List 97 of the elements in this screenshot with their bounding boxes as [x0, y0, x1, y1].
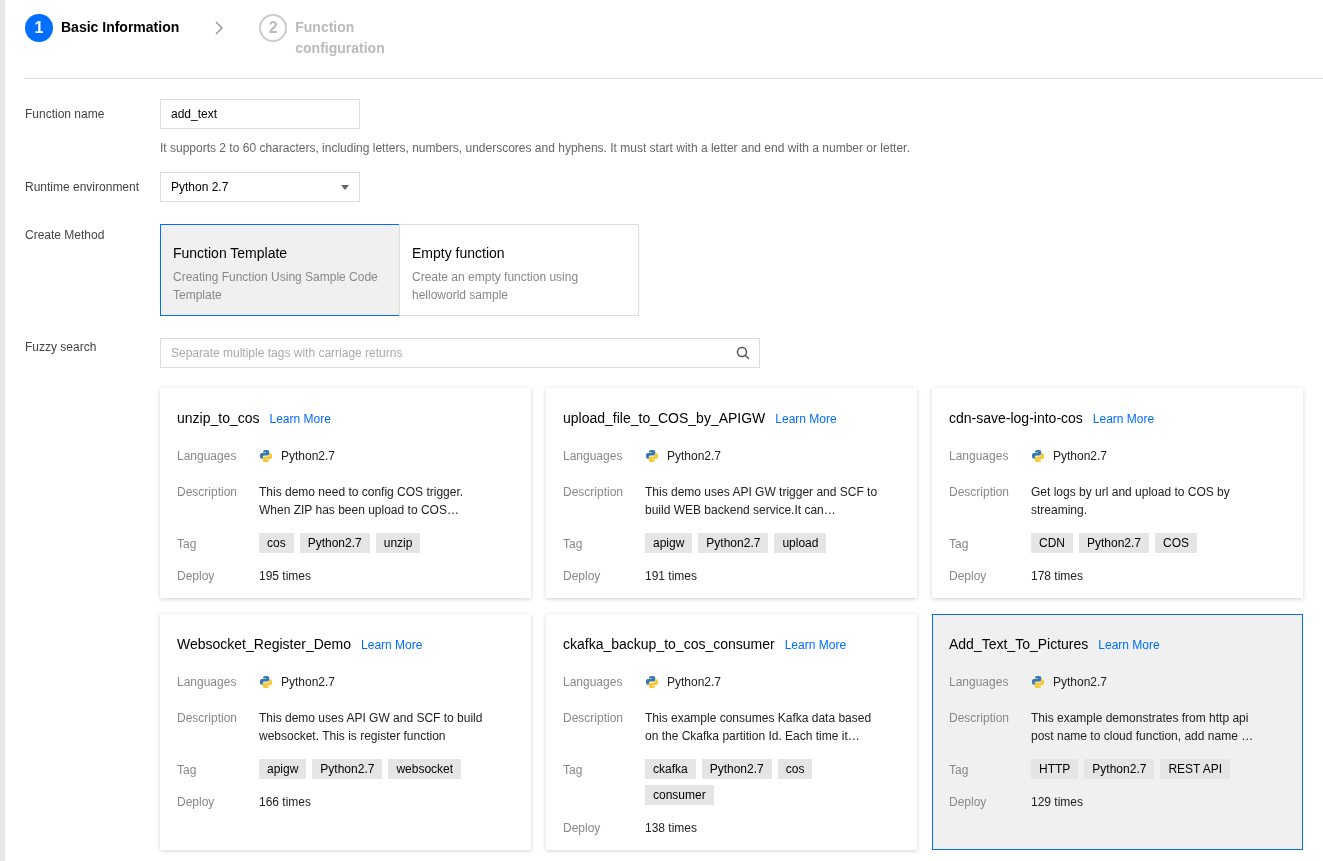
field-label: Fuzzy search — [25, 339, 98, 356]
select-value: Python 2.7 — [171, 179, 229, 196]
tag-label: HTTP — [1031, 759, 1079, 779]
template-card[interactable]: cdn-save-log-into-cos Learn More Languages Python2.7 Description Get logs by url and upload to COS by streaming. Tag CDN Python2.7 COS Deploy 178 times — [932, 388, 1303, 598]
field-label: Tag — [949, 762, 970, 779]
language-text: Python2.7 — [281, 674, 336, 691]
step-label: Basic Information — [61, 18, 180, 37]
tag-label: Python2.7 — [701, 759, 772, 779]
step-label: Function configuration — [295, 18, 386, 58]
method-option[interactable]: Empty function Create an empty function using helloworld sample — [399, 224, 639, 316]
tag-label: unzip — [375, 533, 421, 553]
field-label: Languages — [949, 448, 1010, 465]
field-label: Tag — [563, 536, 584, 553]
field-label: Description — [949, 484, 1011, 501]
tag-label: consumer — [645, 785, 714, 805]
language-text: Python2.7 — [281, 448, 336, 465]
tag-label: Python2.7 — [698, 533, 769, 553]
description-text: This example demonstrates from http api post name to cloud function, add name … — [1031, 710, 1255, 745]
step-number: 2 — [259, 14, 288, 42]
learn-more-link[interactable]: Learn More — [775, 410, 837, 428]
description-text: This demo need to config COS trigger. When ZIP has been upload to COS… — [259, 484, 465, 519]
tag-label: Python2.7 — [299, 533, 370, 553]
tag-label: websocket — [388, 759, 462, 779]
dropdown-select[interactable]: Python 2.7 — [160, 172, 360, 202]
language-text: Python2.7 — [1053, 448, 1108, 465]
search-field[interactable]: Separate multiple tags with carriage returns — [160, 338, 760, 368]
tag-label: REST API — [1160, 759, 1231, 779]
description-text: This demo uses API GW trigger and SCF to build WEB backend service.It can… — [645, 484, 879, 519]
learn-more-link[interactable]: Learn More — [1092, 410, 1155, 428]
option-title: Function Template — [173, 244, 289, 263]
tag-label: apigw — [259, 759, 307, 779]
tag-label: CDN — [1031, 533, 1073, 553]
option-description: Create an empty function using helloworld sample — [412, 269, 580, 304]
template-card[interactable]: Add_Text_To_Pictures Learn More Languages Python2.7 Description This example demonstrates from http api post name to cloud function, add name … Tag HTTP Python2.7 REST API Deploy 129 times — [932, 614, 1303, 850]
text-field[interactable]: add_text — [160, 99, 360, 129]
deploy-count: 178 times — [1031, 568, 1084, 585]
field-label: Deploy — [563, 820, 602, 837]
deploy-count: 166 times — [259, 794, 312, 811]
tag-label: upload — [774, 533, 827, 553]
description-text: This demo uses API GW and SCF to build websocket. This is register function — [259, 710, 484, 745]
template-name: unzip_to_cos — [177, 409, 260, 428]
description-text: Get logs by url and upload to COS by streaming. — [1031, 484, 1231, 519]
field-label: Description — [563, 484, 625, 501]
field-label: Languages — [563, 448, 624, 465]
field-label: Languages — [949, 674, 1010, 691]
template-card[interactable]: Websocket_Register_Demo Learn More Languages Python2.7 Description This demo uses API GW and SCF to build websocket. This is register function Tag apigw Python2.7 websocket Deploy 166 times — [160, 614, 531, 850]
learn-more-link[interactable]: Learn More — [1098, 636, 1160, 654]
deploy-count: 129 times — [1031, 794, 1084, 811]
field-label: Languages — [563, 674, 624, 691]
field-label: Description — [949, 710, 1011, 727]
description-text: This example consumes Kafka data based on the Ckafka partition Id. Each time it… — [645, 710, 873, 745]
field-label: Deploy — [949, 794, 988, 811]
tag-label: Python2.7 — [312, 759, 383, 779]
tag-label: COS — [1155, 533, 1198, 553]
tag-label: cos — [777, 759, 813, 779]
option-title: Empty function — [412, 244, 506, 263]
field-label: Description — [177, 710, 239, 727]
field-label: Create Method — [25, 227, 106, 244]
option-description: Creating Function Using Sample Code Template — [173, 269, 379, 304]
language-text: Python2.7 — [667, 674, 722, 691]
template-name: cdn-save-log-into-cos — [949, 409, 1083, 428]
field-label: Description — [563, 710, 625, 727]
help-text: It supports 2 to 60 characters, including letters, numbers, underscores and hyphens. It must start with a letter and end with a number or letter. — [160, 140, 911, 157]
template-name: upload_file_to_COS_by_APIGW — [563, 409, 766, 428]
deploy-count: 138 times — [645, 820, 698, 837]
method-option[interactable]: Function Template Creating Function Using Sample Code Template — [160, 224, 400, 316]
field-label: Runtime environment — [25, 179, 141, 196]
tag-label: Python2.7 — [1084, 759, 1155, 779]
language-text: Python2.7 — [1053, 674, 1108, 691]
field-label: Description — [177, 484, 239, 501]
step-number: 1 — [25, 14, 53, 42]
field-label: Tag — [177, 536, 198, 553]
tag-label: cos — [259, 533, 294, 553]
field-label: Languages — [177, 674, 238, 691]
field-label: Languages — [177, 448, 238, 465]
tag-label: Python2.7 — [1079, 533, 1150, 553]
field-label: Deploy — [177, 568, 216, 585]
field-label: Tag — [949, 536, 970, 553]
field-label: Deploy — [177, 794, 216, 811]
template-name: Websocket_Register_Demo — [177, 635, 352, 654]
field-label: Deploy — [949, 568, 988, 585]
field-label: Function name — [25, 106, 106, 123]
learn-more-link[interactable]: Learn More — [269, 410, 331, 428]
tag-label: apigw — [645, 533, 693, 553]
field-label: Tag — [177, 762, 198, 779]
template-name: ckafka_backup_to_cos_consumer — [563, 635, 775, 654]
tag-label: ckafka — [645, 759, 696, 779]
deploy-count: 195 times — [259, 568, 312, 585]
field-label: Tag — [563, 762, 584, 779]
template-card[interactable]: unzip_to_cos Learn More Languages Python2.7 Description This demo need to config COS trigger. When ZIP has been upload to COS… Tag cos Python2.7 unzip Deploy 195 times — [160, 388, 531, 598]
language-text: Python2.7 — [667, 448, 722, 465]
learn-more-link[interactable]: Learn More — [361, 636, 423, 654]
template-name: Add_Text_To_Pictures — [949, 635, 1089, 654]
learn-more-link[interactable]: Learn More — [784, 636, 847, 654]
template-card[interactable]: upload_file_to_COS_by_APIGW Learn More Languages Python2.7 Description This demo uses API GW trigger and SCF to build WEB backend service.It can… Tag apigw Python2.7 upload Deploy 191 times — [546, 388, 917, 598]
field-label: Deploy — [563, 568, 602, 585]
deploy-count: 191 times — [645, 568, 698, 585]
